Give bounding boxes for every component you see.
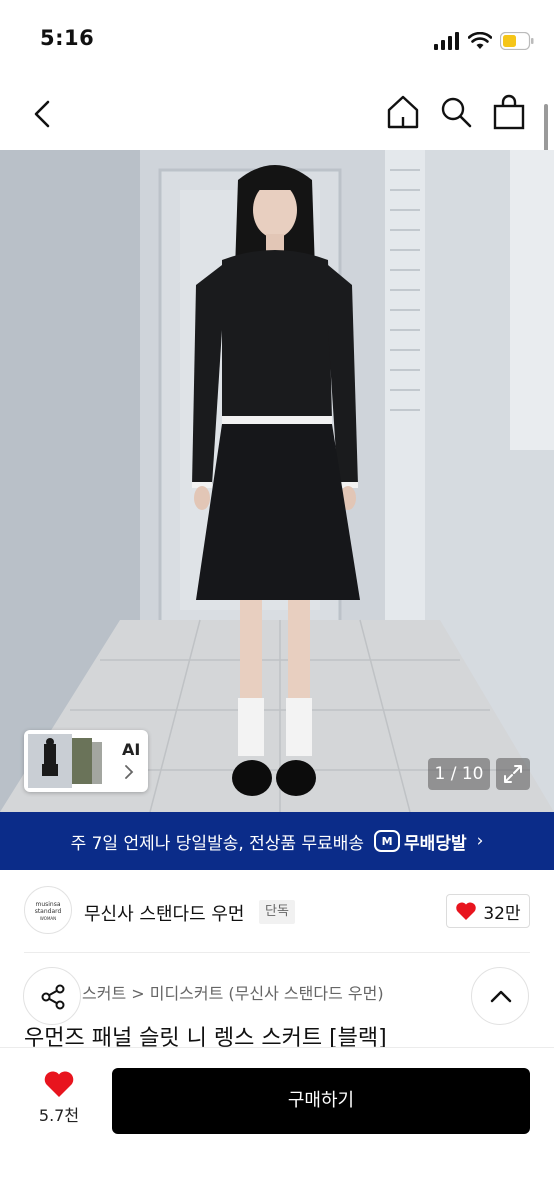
wishlist-button[interactable]: 5.7천 [24, 1070, 94, 1132]
status-icons [434, 30, 534, 52]
exclusive-badge: 단독 [259, 900, 295, 924]
delivery-promo-banner[interactable]: 주 7일 언제나 당일발송, 전상품 무료배송 M 무배당발 › [0, 812, 554, 870]
image-page-counter: 1 / 10 [428, 758, 490, 790]
brand-like-button[interactable]: 32만 [446, 894, 530, 928]
product-image-carousel[interactable]: AI 1 / 10 [0, 150, 554, 812]
free-delivery-badge: M 무배당발 [374, 829, 467, 854]
expand-image-button[interactable] [496, 758, 530, 790]
shopping-bag-icon[interactable] [491, 93, 527, 131]
delivery-badge-label: 무배당발 [404, 833, 467, 854]
top-navigation-bar [0, 80, 554, 150]
share-icon [41, 984, 65, 1010]
delivery-banner-text: 주 7일 언제나 당일발송, 전상품 무료배송 [70, 833, 365, 854]
heart-icon [456, 902, 477, 920]
brand-logo-line: musinsa [35, 901, 61, 908]
chevron-left-icon[interactable] [26, 96, 62, 132]
wifi-icon [468, 32, 492, 49]
brand-row: musinsa standard WOMAN 무신사 스탠다드 우먼 단독 32… [0, 870, 554, 952]
home-icon[interactable] [384, 93, 422, 131]
status-bar: 5:16 [0, 0, 554, 80]
chevron-up-icon [490, 990, 512, 1003]
ai-label: AI [122, 740, 141, 759]
heart-icon [44, 1071, 74, 1097]
wishlist-count: 5.7천 [38, 1106, 80, 1125]
ai-thumbnail-stack [28, 734, 102, 788]
chevron-right-icon [125, 765, 134, 779]
m-logo-icon: M [374, 830, 401, 852]
cellular-signal-icon [434, 32, 459, 50]
bottom-action-bar: 5.7천 구매하기 [0, 1047, 554, 1200]
brand-logo-line: WOMAN [39, 916, 57, 921]
expand-icon [504, 765, 522, 783]
status-time: 5:16 [40, 26, 95, 50]
divider [24, 952, 530, 953]
search-icon[interactable] [438, 94, 474, 130]
chevron-right-icon: › [476, 831, 484, 851]
scroll-to-top-button[interactable] [471, 967, 529, 1025]
buy-button[interactable]: 구매하기 [112, 1068, 530, 1134]
product-photo [0, 150, 554, 812]
category-breadcrumb[interactable]: 스커트 > 미디스커트 (무신사 스탠다드 우먼) [82, 980, 384, 1004]
brand-logo[interactable]: musinsa standard WOMAN [24, 886, 72, 934]
battery-icon [500, 32, 534, 50]
ai-styling-button[interactable]: AI [24, 730, 148, 792]
brand-logo-line: standard [34, 908, 62, 915]
brand-name-link[interactable]: 무신사 스탠다드 우먼 [84, 900, 244, 926]
share-button[interactable] [23, 967, 81, 1025]
brand-like-count: 32만 [483, 903, 521, 924]
